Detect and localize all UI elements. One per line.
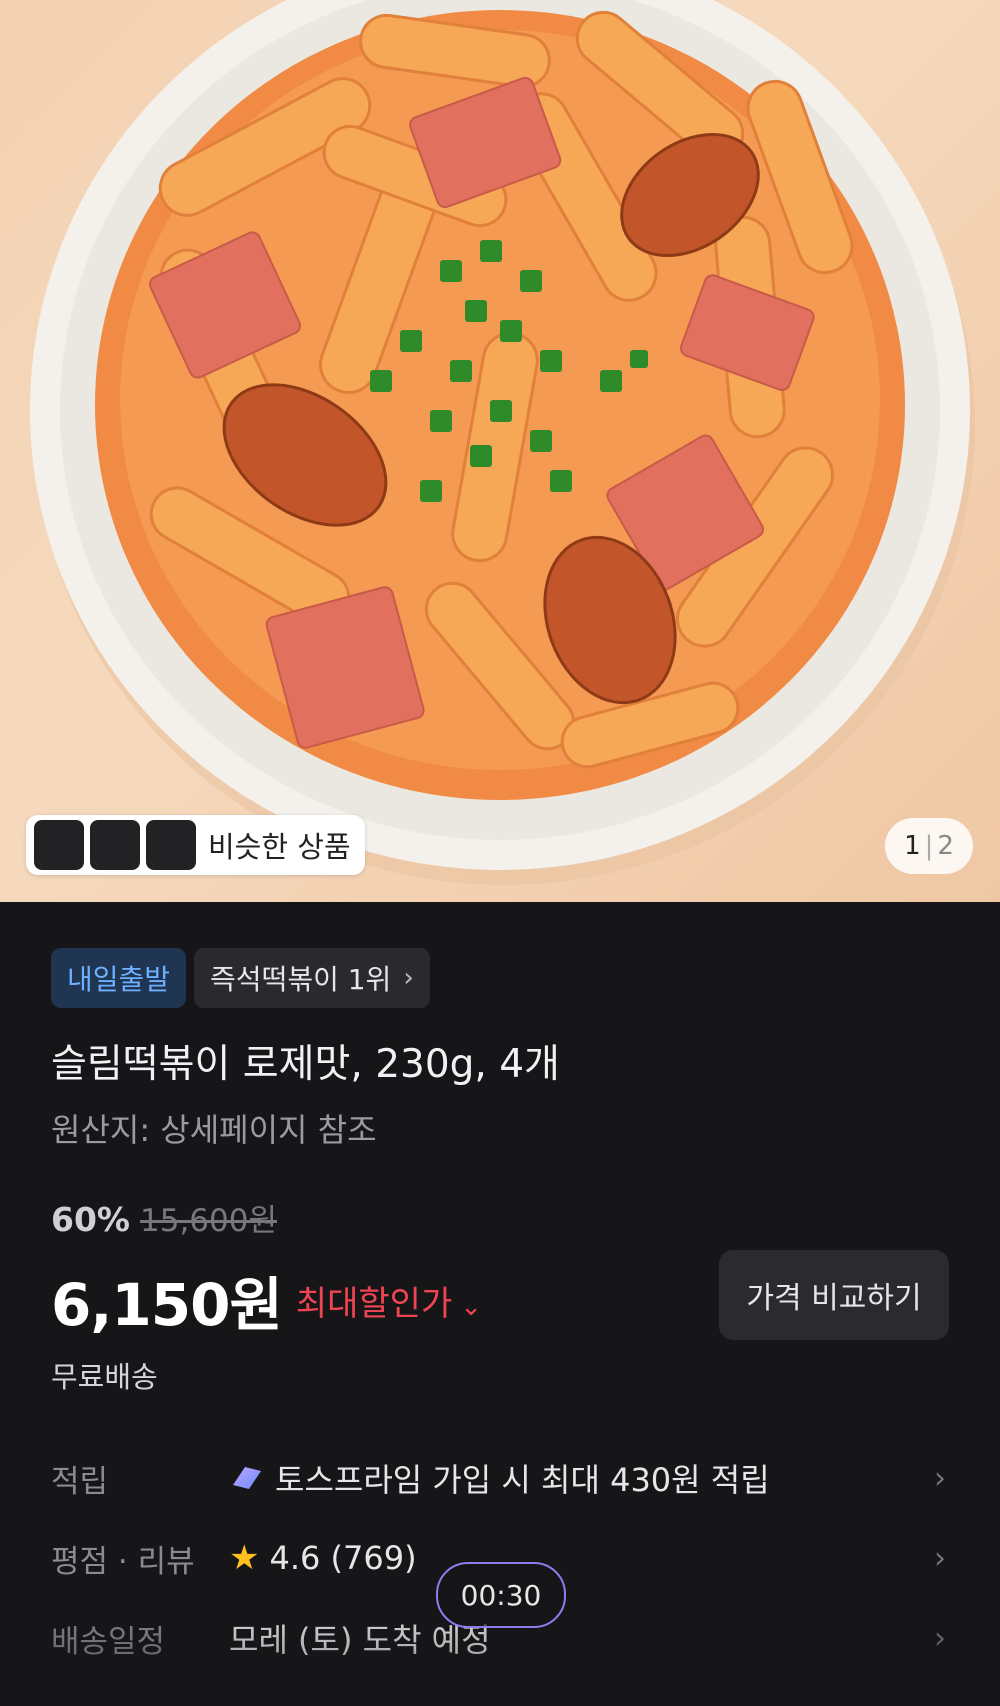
discount-rate: 60% (51, 1200, 130, 1239)
original-price: 15,600원 (140, 1203, 277, 1239)
chevron-right-icon: › (934, 1620, 946, 1656)
info-value: 토스프라임 가입 시 최대 430원 적립 (229, 1455, 934, 1501)
info-value: ★ 4.6 (769) (229, 1538, 934, 1578)
product-title: 슬림떡볶이 로제맛, 230g, 4개 (51, 1042, 560, 1087)
recording-timer: 00:30 (436, 1562, 566, 1628)
image-pager: 1 | 2 (885, 818, 973, 874)
price-row: 6,150원 최대할인가 ⌄ (51, 1258, 482, 1342)
sale-price: 6,150원 (51, 1271, 283, 1339)
tteokbokki-photo (30, 0, 975, 885)
similar-thumbnail (146, 820, 196, 870)
max-discount-toggle[interactable]: 최대할인가 ⌄ (296, 1276, 482, 1325)
info-key: 배송일정 (51, 1623, 166, 1660)
max-discount-label: 최대할인가 (295, 1283, 453, 1324)
info-row-points[interactable]: 적립 토스프라임 가입 시 최대 430원 적립 › (51, 1448, 946, 1508)
similar-products-chip[interactable]: 비슷한 상품 (26, 815, 365, 875)
compare-price-button[interactable]: 가격 비교하기 (719, 1250, 949, 1340)
ranking-badge[interactable]: 즉석떡볶이 1위 › (194, 948, 430, 1008)
info-key: 평점 · 리뷰 (51, 1543, 195, 1580)
chevron-down-icon: ⌄ (460, 1291, 483, 1322)
similar-thumbnail (34, 820, 84, 870)
info-value: 모레 (토) 도착 예정 (229, 1615, 934, 1661)
chevron-right-icon: › (403, 963, 414, 993)
delivery-badge-label: 내일출발 (67, 963, 171, 996)
shipping-info: 무료배송 (51, 1360, 158, 1394)
rating-text: 4.6 (769) (269, 1539, 417, 1577)
product-image[interactable]: 비슷한 상품 1 | 2 (0, 0, 1000, 902)
similar-thumbnail (90, 820, 140, 870)
prime-icon (233, 1467, 261, 1489)
ranking-badge-label: 즉석떡볶이 1위 (210, 963, 392, 996)
pager-separator: | (924, 831, 934, 861)
star-icon: ★ (229, 1538, 260, 1578)
points-text: 토스프라임 가입 시 최대 430원 적립 (275, 1461, 770, 1499)
chevron-right-icon: › (934, 1540, 946, 1576)
chevron-right-icon: › (934, 1460, 946, 1496)
badge-row: 내일출발 즉석떡볶이 1위 › (51, 948, 430, 1008)
pager-current: 1 (904, 831, 921, 861)
discount-row: 60% 15,600원 (51, 1195, 277, 1240)
product-origin: 원산지: 상세페이지 참조 (51, 1111, 377, 1149)
info-key: 적립 (51, 1463, 109, 1500)
pager-total: 2 (937, 831, 954, 861)
similar-products-label: 비슷한 상품 (208, 830, 351, 864)
delivery-badge: 내일출발 (51, 948, 187, 1008)
